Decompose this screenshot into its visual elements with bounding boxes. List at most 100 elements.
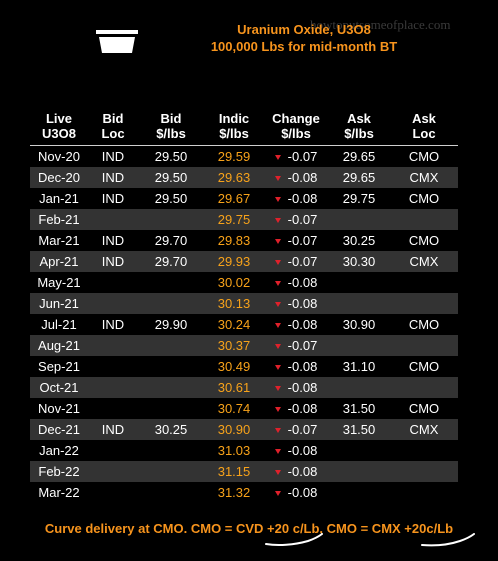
change-value: -0.08	[287, 401, 318, 416]
cell-bid-loc	[88, 293, 138, 314]
cell-change: -0.08	[264, 356, 328, 377]
cell-bid	[138, 377, 204, 398]
cell-month: Feb-22	[38, 464, 80, 479]
cell-indic: 29.83	[217, 233, 251, 248]
cell-bid-loc	[88, 356, 138, 377]
change-value: -0.08	[287, 275, 318, 290]
down-triangle-icon	[274, 428, 281, 433]
table-row: Feb-22 31.15 -0.08	[30, 461, 458, 482]
cell-bid-loc	[88, 440, 138, 461]
table-row: May-21 30.02 -0.08	[30, 272, 458, 293]
cell-month: Jun-21	[39, 296, 79, 311]
col-header-bid: Bid $/lbs	[156, 111, 186, 141]
cell-indic: 30.74	[217, 401, 251, 416]
down-triangle-icon	[274, 281, 281, 286]
table-row: Mar-22 31.32 -0.08	[30, 482, 458, 503]
cell-indic: 30.02	[217, 275, 251, 290]
cell-bid-loc: IND	[101, 317, 125, 332]
cell-indic: 29.59	[217, 149, 251, 164]
cell-indic: 30.61	[217, 380, 251, 395]
cell-change: -0.08	[264, 272, 328, 293]
table-row: Jan-21 IND 29.50 29.67 -0.08 29.75 CMO	[30, 188, 458, 209]
cell-ask: 30.25	[342, 233, 376, 248]
cell-month: Aug-21	[38, 338, 80, 353]
change-value: -0.07	[287, 422, 318, 437]
down-triangle-icon	[274, 197, 281, 202]
price-table: Live U3O8 Bid Loc Bid $/lbs Indic $/lbs …	[30, 108, 458, 503]
cell-change: -0.07	[264, 251, 328, 272]
col-header-indic: Indic $/lbs	[218, 111, 250, 141]
cell-bid	[138, 356, 204, 377]
table-row: Dec-21 IND 30.25 30.90 -0.07 31.50 CMX	[30, 419, 458, 440]
change-value: -0.08	[287, 443, 318, 458]
cell-change: -0.07	[264, 419, 328, 440]
cell-bid: 29.90	[154, 317, 188, 332]
cell-bid	[138, 209, 204, 230]
cell-bid-loc	[88, 272, 138, 293]
cell-bid-loc	[88, 461, 138, 482]
down-triangle-icon	[274, 176, 281, 181]
cell-indic: 30.90	[217, 422, 251, 437]
col-header-change: Change $/lbs	[272, 111, 320, 141]
cell-change: -0.08	[264, 398, 328, 419]
down-triangle-icon	[274, 449, 281, 454]
table-row: Oct-21 30.61 -0.08	[30, 377, 458, 398]
change-value: -0.07	[287, 149, 318, 164]
cell-ask: 29.65	[342, 149, 376, 164]
change-value: -0.07	[287, 254, 318, 269]
table-row: Mar-21 IND 29.70 29.83 -0.07 30.25 CMO	[30, 230, 458, 251]
table-row: Jan-22 31.03 -0.08	[30, 440, 458, 461]
cell-bid-loc	[88, 377, 138, 398]
cell-bid-loc	[88, 209, 138, 230]
cell-month: Dec-20	[38, 170, 80, 185]
cell-ask-loc	[390, 482, 458, 503]
cell-bid	[138, 293, 204, 314]
table-row: Jul-21 IND 29.90 30.24 -0.08 30.90 CMO	[30, 314, 458, 335]
cell-indic: 30.37	[217, 338, 251, 353]
cell-change: -0.08	[264, 377, 328, 398]
change-value: -0.08	[287, 485, 318, 500]
cell-ask: 31.50	[342, 422, 376, 437]
change-value: -0.07	[287, 212, 318, 227]
cell-bid: 29.50	[154, 191, 188, 206]
cell-month: Sep-21	[38, 359, 80, 374]
change-value: -0.07	[287, 233, 318, 248]
cell-ask: 31.10	[342, 359, 376, 374]
cell-change: -0.08	[264, 293, 328, 314]
change-value: -0.08	[287, 317, 318, 332]
down-triangle-icon	[274, 323, 281, 328]
handwritten-underline-2	[421, 533, 475, 547]
cell-ask-loc	[390, 461, 458, 482]
down-triangle-icon	[274, 302, 281, 307]
cell-change: -0.07	[264, 230, 328, 251]
cell-month: Jul-21	[41, 317, 77, 332]
cell-bid-loc	[88, 482, 138, 503]
cell-ask	[328, 440, 390, 461]
cell-bid	[138, 335, 204, 356]
change-value: -0.08	[287, 380, 318, 395]
down-triangle-icon	[274, 365, 281, 370]
cell-ask: 30.90	[342, 317, 376, 332]
title-line-2: 100,000 Lbs for mid-month BT	[210, 39, 398, 54]
cell-bid: 29.50	[154, 149, 188, 164]
cell-month: Jan-22	[39, 443, 79, 458]
table-row: Apr-21 IND 29.70 29.93 -0.07 30.30 CMX	[30, 251, 458, 272]
cell-month: Apr-21	[39, 254, 79, 269]
cell-ask: 29.75	[342, 191, 376, 206]
change-value: -0.08	[287, 191, 318, 206]
cell-ask	[328, 209, 390, 230]
cell-indic: 29.93	[217, 254, 251, 269]
cell-bid	[138, 461, 204, 482]
change-value: -0.08	[287, 170, 318, 185]
handwritten-underline-1	[265, 533, 323, 546]
cell-bid: 29.70	[154, 233, 188, 248]
cell-ask-loc: CMO	[408, 233, 440, 248]
cell-indic: 30.49	[217, 359, 251, 374]
cell-indic: 31.15	[217, 464, 251, 479]
cell-bid-loc	[88, 398, 138, 419]
change-value: -0.08	[287, 296, 318, 311]
cell-ask-loc: CMX	[409, 170, 439, 185]
header-row: Live U3O8 Bid Loc Bid $/lbs Indic $/lbs …	[30, 108, 458, 146]
cell-ask-loc	[390, 209, 458, 230]
title-line-1: Uranium Oxide, U3O8	[237, 22, 371, 37]
